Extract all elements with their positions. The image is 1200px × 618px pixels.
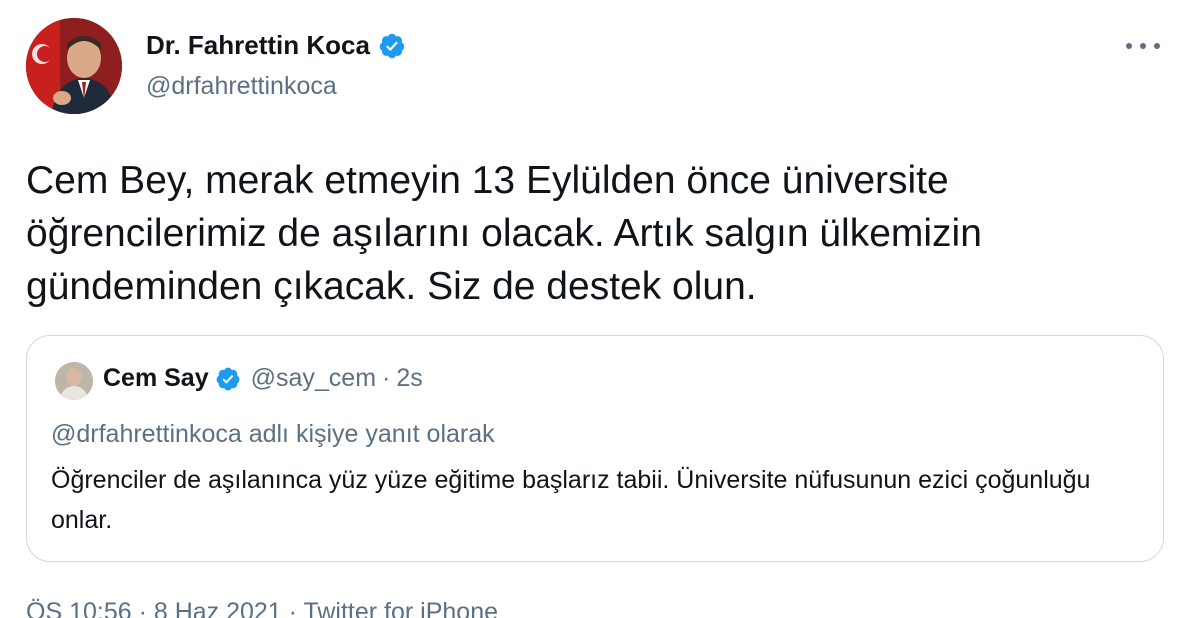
author-portrait-image [26, 18, 122, 114]
quoted-tweet-card[interactable]: Cem Say @say_cem · 2s @drfahrettinkoca a… [26, 335, 1164, 562]
quoted-author-avatar[interactable] [55, 362, 93, 400]
verified-badge-icon [379, 33, 405, 58]
more-dot [1126, 43, 1132, 49]
separator-dot: · [382, 364, 391, 392]
verified-badge-icon [216, 367, 239, 390]
author-avatar[interactable] [26, 18, 122, 114]
tweet-meta[interactable]: ÖS 10:56 · 8 Haz 2021 · Twitter for iPho… [26, 598, 498, 618]
quoted-portrait-image [55, 362, 93, 400]
more-horizontal-icon[interactable] [1126, 38, 1160, 54]
quoted-author-handle[interactable]: @say_cem [251, 364, 376, 393]
quoted-author-name[interactable]: Cem Say [103, 364, 209, 393]
more-dot [1140, 43, 1146, 49]
author-handle[interactable]: @drfahrettinkoca [146, 72, 337, 101]
quoted-tweet-text: Öğrenciler de aşılanınca yüz yüze eğitim… [51, 466, 1091, 534]
replying-to-label: @drfahrettinkoca adlı kişiye yanıt olara… [51, 420, 495, 448]
quoted-timestamp[interactable]: 2s [396, 364, 422, 393]
more-dot [1154, 43, 1160, 49]
tweet-text: Cem Bey, merak etmeyin 13 Eylülden önce … [26, 159, 982, 308]
author-name[interactable]: Dr. Fahrettin Koca [146, 30, 370, 61]
quoted-header: Cem Say @say_cem · 2s [103, 364, 423, 393]
author-name-row[interactable]: Dr. Fahrettin Koca [146, 30, 406, 61]
